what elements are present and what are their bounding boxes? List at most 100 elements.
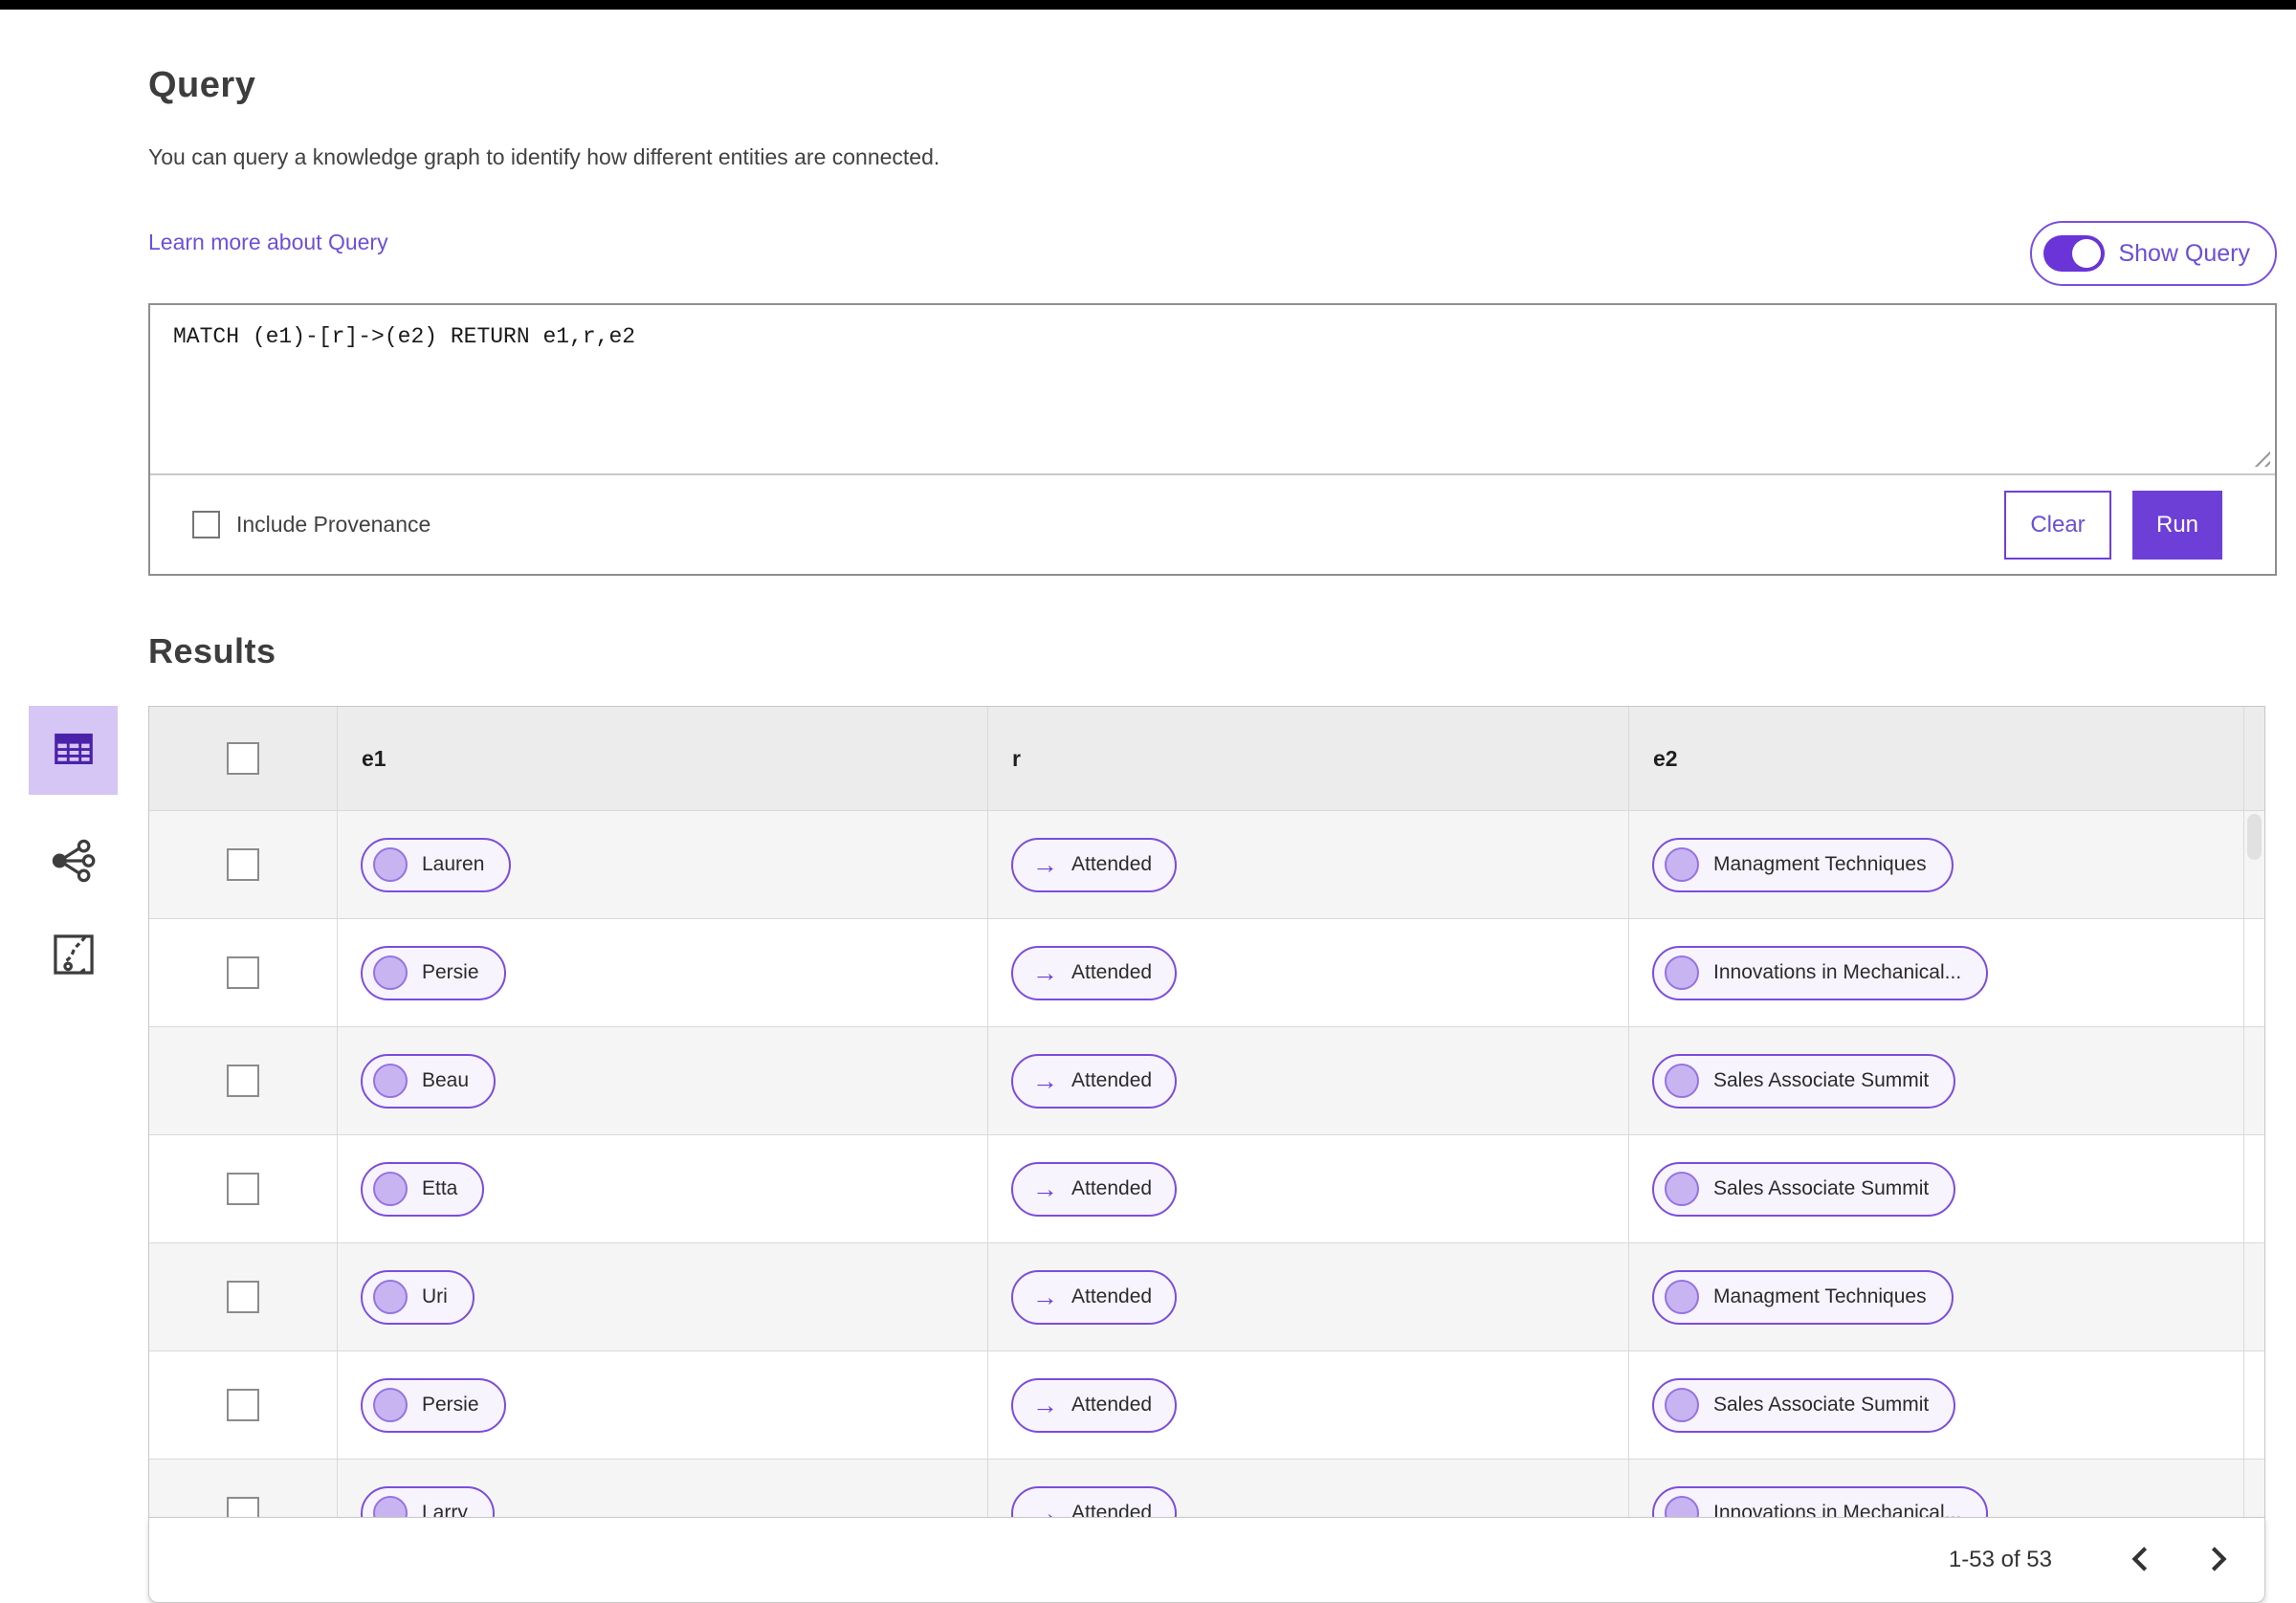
row-select-cell [149,1243,337,1350]
row-checkbox[interactable] [227,848,259,881]
query-panel: MATCH (e1)-[r]->(e2) RETURN e1,r,e2 Incl… [148,303,2277,576]
relation-pill[interactable]: → Attended [1011,1161,1178,1217]
entity-label: Larry [422,1502,468,1517]
table-row[interactable]: Uri → Attended Managment Techniques [149,1242,2264,1350]
clear-button[interactable]: Clear [2004,490,2111,560]
cell-e2: Sales Associate Summit [1628,1027,2243,1134]
row-checkbox[interactable] [227,1173,259,1205]
include-provenance-checkbox[interactable] [192,511,220,538]
relation-pill[interactable]: → Attended [1011,1485,1178,1517]
entity-label: Persie [422,1394,479,1416]
entity-pill-e2[interactable]: Innovations in Mechanical... [1652,945,1989,1000]
map-view-button[interactable] [49,931,99,980]
chevron-right-icon [2207,1545,2230,1576]
entity-node-icon [1665,1064,1699,1098]
relation-label: Attended [1071,1502,1153,1517]
entity-label: Managment Techniques [1713,1285,1927,1307]
cell-e2: Innovations in Mechanical... [1628,919,2243,1026]
entity-pill-e2[interactable]: Innovations in Mechanical... [1652,1485,1989,1517]
entity-node-icon [373,1064,408,1098]
cell-e1: Uri [337,1243,987,1350]
row-checkbox[interactable] [227,1497,259,1517]
relation-pill[interactable]: → Attended [1011,1377,1178,1433]
cell-r: → Attended [987,1243,1628,1350]
row-checkbox[interactable] [227,1065,259,1097]
column-label-e2: e2 [1653,745,1678,771]
scrollbar-gutter [2243,1027,2264,1134]
row-select-cell [149,1351,337,1459]
previous-page-button[interactable] [2119,1539,2161,1581]
entity-node-icon [373,955,408,990]
entity-pill-e2[interactable]: Sales Associate Summit [1652,1161,1956,1217]
entity-pill-e2[interactable]: Managment Techniques [1652,1269,1954,1325]
cell-e1: Etta [337,1135,987,1242]
page-title: Query [148,65,256,105]
entity-node-icon [373,1496,408,1517]
entity-pill-e1[interactable]: Etta [361,1161,485,1217]
entity-node-icon [373,847,408,882]
entity-pill-e2[interactable]: Sales Associate Summit [1652,1053,1956,1109]
query-input[interactable]: MATCH (e1)-[r]->(e2) RETURN e1,r,e2 [150,305,2275,473]
relation-pill[interactable]: → Attended [1011,945,1178,1000]
column-label-r: r [1012,745,1021,771]
row-checkbox[interactable] [227,1281,259,1313]
cell-r: → Attended [987,1027,1628,1134]
entity-pill-e1[interactable]: Persie [361,945,506,1000]
scrollbar-gutter [2243,707,2264,810]
relation-pill[interactable]: → Attended [1011,837,1178,892]
run-button[interactable]: Run [2132,490,2222,560]
graph-view-button[interactable] [49,837,99,887]
cell-r: → Attended [987,919,1628,1026]
entity-label: Lauren [422,853,485,875]
relation-label: Attended [1071,1069,1153,1091]
table-row[interactable]: Etta → Attended Sales Associate Summit [149,1134,2264,1242]
table-row[interactable]: Beau → Attended Sales Associate Summit [149,1026,2264,1134]
relation-arrow-icon: → [1032,1174,1058,1203]
table-row[interactable]: Persie → Attended Innovations in Mechani… [149,918,2264,1026]
entity-pill-e2[interactable]: Sales Associate Summit [1652,1377,1956,1433]
table-row[interactable]: Persie → Attended Sales Associate Summit [149,1350,2264,1459]
row-select-cell [149,1460,337,1517]
learn-more-link[interactable]: Learn more about Query [148,230,388,255]
toggle-switch-icon[interactable] [2043,235,2106,272]
table-row[interactable]: Larry → Attended Innovations in Mechanic… [149,1459,2264,1517]
results-title: Results [148,631,276,670]
view-rail [29,706,118,980]
entity-pill-e1[interactable]: Beau [361,1053,497,1109]
entity-pill-e1[interactable]: Uri [361,1269,475,1325]
entity-label: Managment Techniques [1713,853,1927,875]
map-view-icon [49,930,99,982]
entity-pill-e2[interactable]: Managment Techniques [1652,837,1954,892]
relation-arrow-icon: → [1032,1282,1058,1311]
column-label-e1: e1 [362,745,386,771]
table-view-button[interactable] [29,706,118,795]
entity-label: Innovations in Mechanical... [1713,961,1962,983]
entity-label: Sales Associate Summit [1713,1394,1930,1416]
row-select-cell [149,811,337,918]
pagination-bar: 1-53 of 53 [148,1517,2265,1603]
table-row[interactable]: Lauren → Attended Managment Techniques [149,810,2264,918]
relation-pill[interactable]: → Attended [1011,1269,1178,1325]
show-query-toggle[interactable]: Show Query [2030,221,2277,286]
pagination-range: 1-53 of 53 [1948,1547,2052,1572]
row-select-cell [149,919,337,1026]
entity-label: Persie [422,961,479,983]
scrollbar-gutter [2243,919,2264,1026]
select-all-checkbox[interactable] [227,742,259,775]
show-query-label: Show Query [2118,239,2250,267]
vertical-scrollbar-thumb[interactable] [2247,814,2262,860]
relation-pill[interactable]: → Attended [1011,1053,1178,1109]
cell-e2: Managment Techniques [1628,811,2243,918]
entity-pill-e1[interactable]: Persie [361,1377,506,1433]
next-page-button[interactable] [2197,1539,2240,1581]
table-header-row: e1 r e2 [149,707,2264,810]
entity-pill-e1[interactable]: Larry [361,1485,495,1517]
scrollbar-gutter [2243,1460,2264,1517]
row-checkbox[interactable] [227,956,259,989]
row-checkbox[interactable] [227,1389,259,1421]
entity-label: Uri [422,1285,448,1307]
relation-arrow-icon: → [1032,1390,1058,1419]
cell-e2: Sales Associate Summit [1628,1351,2243,1459]
entity-pill-e1[interactable]: Lauren [361,837,512,892]
cell-r: → Attended [987,1135,1628,1242]
